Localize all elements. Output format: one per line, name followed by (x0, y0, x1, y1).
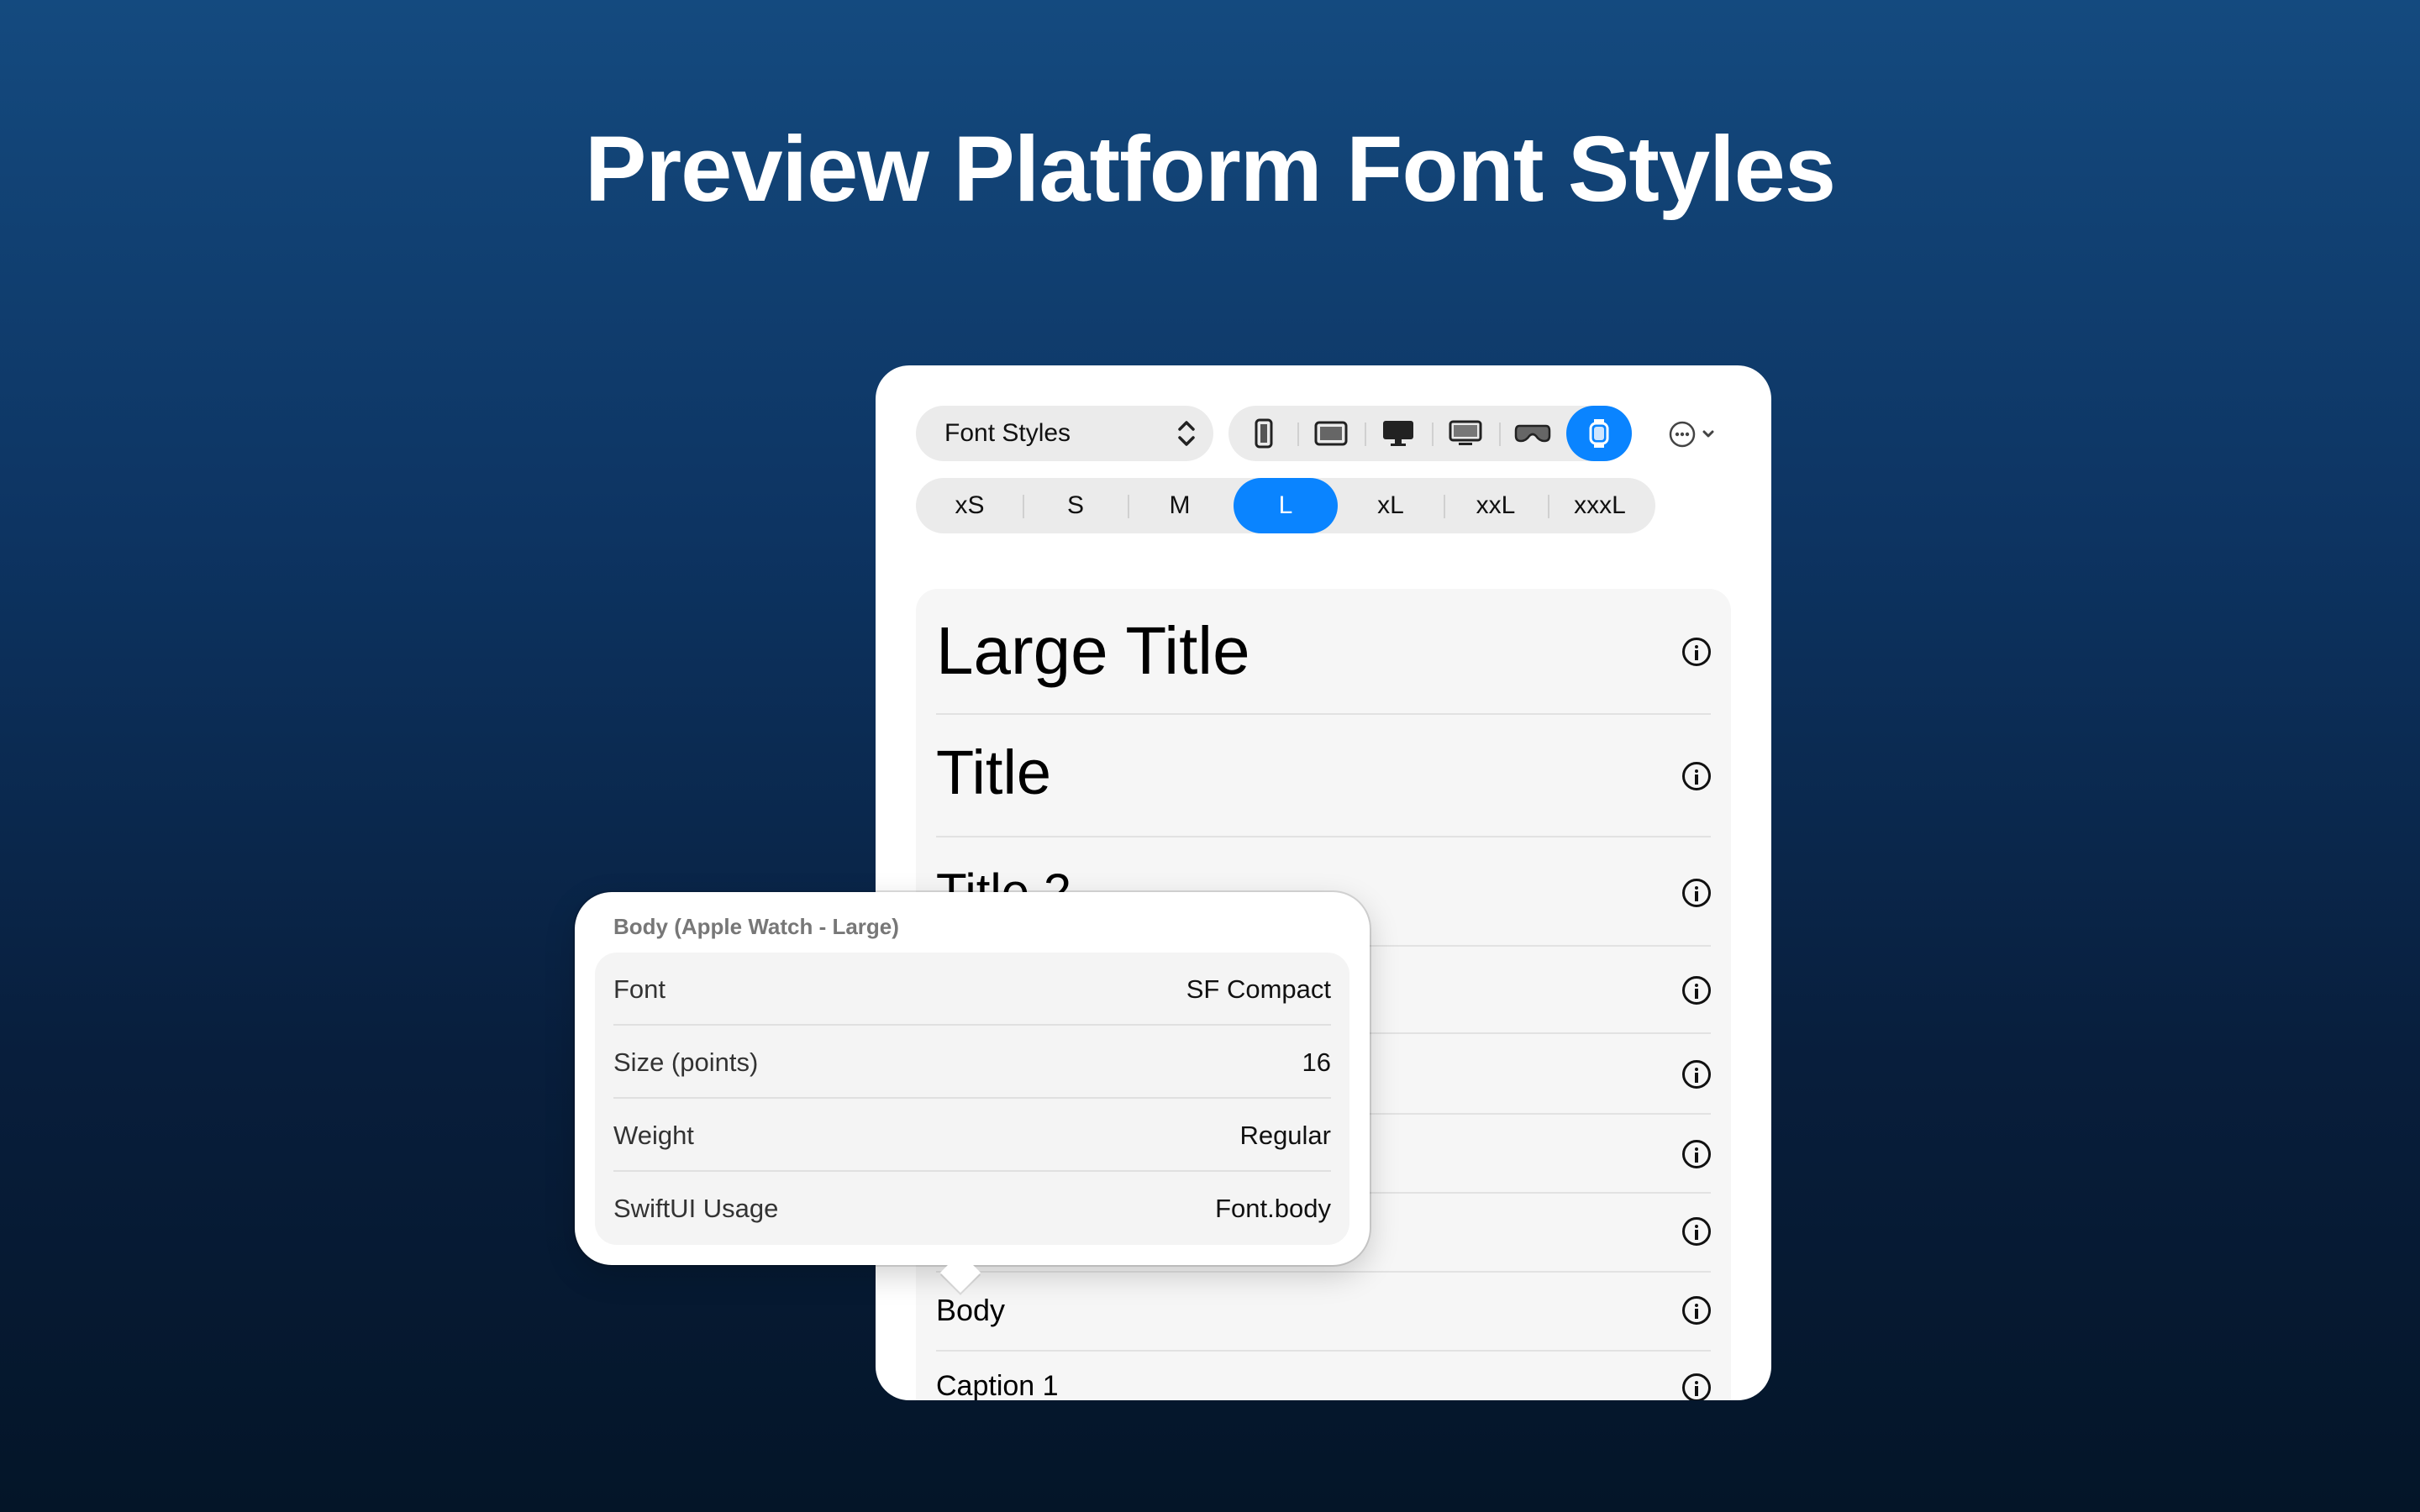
picker-label: Font Styles (944, 419, 1071, 447)
detail-value: Regular (1239, 1121, 1331, 1150)
detail-key: SwiftUI Usage (613, 1194, 779, 1223)
info-icon[interactable] (1682, 1217, 1711, 1246)
list-item[interactable]: Large Title (936, 589, 1711, 715)
list-item-label: Large Title (936, 613, 1250, 688)
size-xl-button[interactable]: xL (1339, 478, 1443, 533)
detail-value: Font.body (1215, 1194, 1331, 1223)
info-icon[interactable] (1682, 1373, 1711, 1400)
ellipsis-circle-icon (1669, 421, 1714, 448)
apple-watch-icon (1589, 419, 1609, 448)
font-details-popover: Body (Apple Watch - Large) Font SF Compa… (575, 892, 1370, 1294)
table-row: Size (points) 16 (613, 1026, 1331, 1099)
more-menu-button[interactable] (1665, 416, 1724, 453)
table-row: Weight Regular (613, 1099, 1331, 1172)
device-apple-watch-button[interactable] (1566, 406, 1632, 461)
list-item[interactable]: Title (936, 715, 1711, 837)
list-item[interactable]: Body (936, 1273, 1711, 1352)
size-xs-button[interactable]: xS (918, 478, 1022, 533)
ipad-icon (1314, 421, 1348, 446)
info-icon[interactable] (1682, 976, 1711, 1005)
device-vision-pro-button[interactable] (1499, 406, 1566, 461)
table-row: Font SF Compact (613, 953, 1331, 1026)
imac-icon (1383, 421, 1413, 446)
list-item-label: Body (936, 1293, 1006, 1327)
font-details-table: Font SF Compact Size (points) 16 Weight … (595, 953, 1349, 1245)
detail-key: Font (613, 974, 666, 1004)
size-xxxl-button[interactable]: xxxL (1548, 478, 1652, 533)
info-icon[interactable] (1682, 762, 1711, 790)
detail-value: 16 (1302, 1047, 1331, 1077)
size-xxl-button[interactable]: xxL (1444, 478, 1548, 533)
size-m-button[interactable]: M (1128, 478, 1232, 533)
device-tv-button[interactable] (1432, 406, 1499, 461)
device-ipad-button[interactable] (1297, 406, 1365, 461)
info-icon[interactable] (1682, 638, 1711, 666)
list-item-label: Title (936, 738, 1052, 807)
device-segmented-control (1228, 406, 1632, 461)
list-item[interactable]: Caption 1 (936, 1352, 1711, 1400)
info-icon[interactable] (1682, 1296, 1711, 1325)
device-iphone-button[interactable] (1230, 406, 1297, 461)
popover-title: Body (Apple Watch - Large) (613, 914, 899, 939)
tv-icon (1449, 420, 1482, 445)
vision-pro-icon (1514, 424, 1551, 443)
size-s-button[interactable]: S (1023, 478, 1128, 533)
detail-value: SF Compact (1186, 974, 1331, 1004)
info-icon[interactable] (1682, 879, 1711, 907)
font-styles-picker[interactable]: Font Styles (916, 406, 1213, 461)
list-item-label: Caption 1 (936, 1370, 1059, 1400)
dynamic-type-size-control: xS S M L xL xxL xxxL (916, 478, 1655, 533)
chevron-up-down-icon (1178, 421, 1195, 446)
iphone-icon (1255, 418, 1273, 449)
detail-key: Weight (613, 1121, 694, 1150)
device-imac-button[interactable] (1365, 406, 1432, 461)
info-icon[interactable] (1682, 1060, 1711, 1089)
detail-key: Size (points) (613, 1047, 759, 1077)
table-row: SwiftUI Usage Font.body (613, 1172, 1331, 1245)
info-icon[interactable] (1682, 1140, 1711, 1168)
page-headline: Preview Platform Font Styles (585, 118, 1836, 221)
size-l-button[interactable]: L (1234, 478, 1338, 533)
